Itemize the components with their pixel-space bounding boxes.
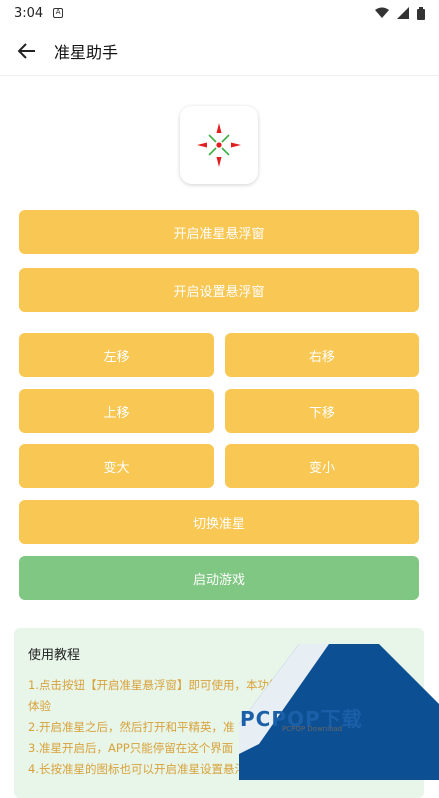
crosshair-icon (197, 123, 241, 167)
status-bar: 3:04 A (0, 0, 439, 26)
status-left: 3:04 A (14, 5, 64, 21)
arrow-left-icon (18, 42, 35, 59)
back-button[interactable] (0, 26, 54, 76)
shrink-button[interactable]: 变小 (225, 444, 419, 488)
switch-crosshair-button[interactable]: 切换准星 (19, 500, 419, 544)
move-up-button[interactable]: 上移 (19, 389, 214, 433)
wifi-icon (375, 7, 389, 18)
page-title: 准星助手 (54, 42, 119, 62)
enlarge-button[interactable]: 变大 (19, 444, 214, 488)
crosshair-logo (180, 106, 258, 184)
signal-icon (397, 7, 409, 19)
open-settings-button[interactable]: 开启设置悬浮窗 (19, 268, 419, 312)
status-time: 3:04 (14, 5, 44, 21)
watermark-subtext: PCPOP Download (282, 725, 343, 733)
battery-icon (417, 6, 425, 20)
move-right-button[interactable]: 右移 (225, 333, 419, 377)
open-crosshair-button[interactable]: 开启准星悬浮窗 (19, 210, 419, 254)
move-left-button[interactable]: 左移 (19, 333, 214, 377)
status-right (375, 6, 425, 20)
app-bar: 准星助手 (0, 26, 439, 76)
move-down-button[interactable]: 下移 (225, 389, 419, 433)
start-game-button[interactable]: 启动游戏 (19, 556, 419, 600)
notification-icon: A (53, 8, 64, 18)
